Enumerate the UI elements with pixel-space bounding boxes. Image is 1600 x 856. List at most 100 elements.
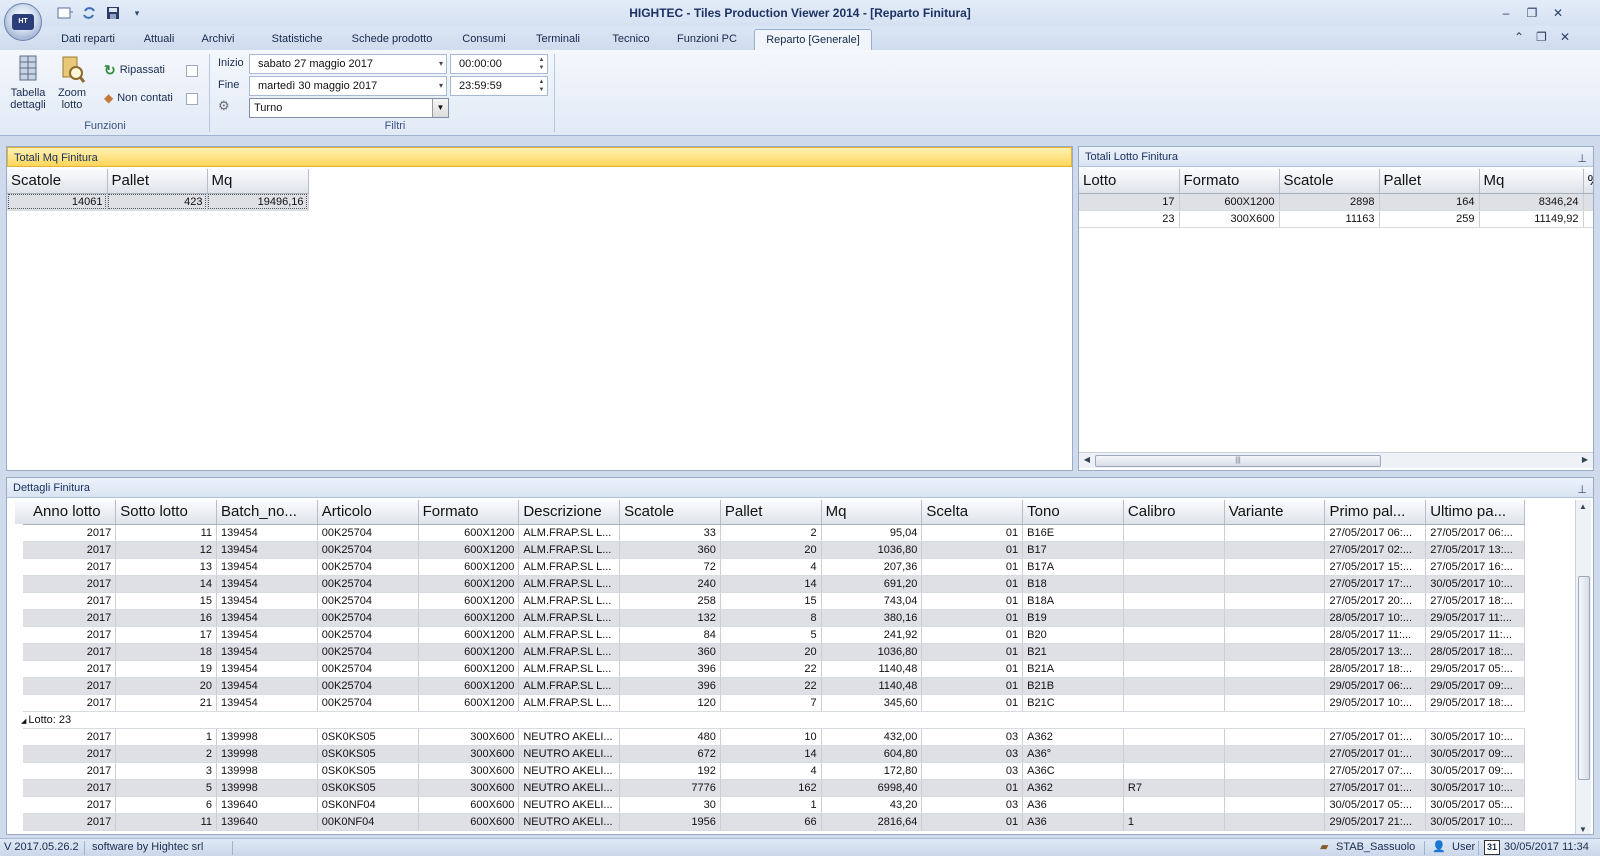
column-header[interactable]: Formato xyxy=(418,500,520,525)
column-header[interactable]: Variante xyxy=(1224,500,1326,525)
turno-select[interactable]: Turno ▼ xyxy=(249,98,449,118)
column-header[interactable]: Calibro xyxy=(1123,500,1225,525)
tab-dati-reparti[interactable]: Dati reparti xyxy=(50,29,126,50)
cell: 2017 xyxy=(7,779,117,797)
scroll-up-icon[interactable]: ▲ xyxy=(1576,502,1590,511)
table-row[interactable]: 2017 18 139454 00K25704 600X1200 ALM.FRAP.SL … xyxy=(7,643,1525,661)
mdi-close-icon[interactable]: ✕ xyxy=(1560,30,1570,44)
column-header[interactable]: Pallet xyxy=(720,500,822,525)
column-header[interactable]: Descrizione xyxy=(518,500,621,525)
table-row[interactable]: 2017 11 139640 00K0NF04 600X600 NEUTRO AKELI.… xyxy=(7,813,1525,831)
column-header[interactable]: Articolo xyxy=(317,500,419,525)
scroll-right-icon[interactable]: ▶ xyxy=(1578,455,1592,464)
pin-icon[interactable]: ⊥ xyxy=(1577,480,1587,500)
cell: 2017 xyxy=(7,558,117,576)
tab-funzioni-pc[interactable]: Funzioni PC xyxy=(672,29,742,50)
tabella-dettagli-button[interactable]: Tabella dettagli xyxy=(6,54,50,116)
spin-buttons-icon[interactable]: ▲ ▼ xyxy=(537,56,546,72)
column-header[interactable]: Batch_no... xyxy=(216,500,318,525)
tab-statistiche[interactable]: Statistiche xyxy=(262,29,332,50)
vertical-scrollbar[interactable]: ▲ ▼ xyxy=(1575,500,1591,834)
dropdown-arrow-icon[interactable]: ▼ xyxy=(432,99,448,117)
scrollbar-thumb[interactable]: ||| xyxy=(1095,455,1381,467)
column-header[interactable]: Scatole xyxy=(1279,169,1380,194)
dropdown-arrow-icon[interactable]: ▾ xyxy=(439,77,443,95)
cell: A36 xyxy=(1022,813,1124,831)
minimize-icon[interactable]: – xyxy=(1498,5,1514,21)
ripassati-button[interactable]: ↻ Ripassati xyxy=(104,60,165,80)
table-row[interactable]: 2017 1 139998 0SK0KS05 300X600 NEUTRO AKELI..… xyxy=(7,728,1525,746)
table-row[interactable]: 23 300X600 11163 259 11149,92 xyxy=(1079,210,1593,228)
table-row[interactable]: 2017 2 139998 0SK0KS05 300X600 NEUTRO AKELI..… xyxy=(7,745,1525,763)
column-header[interactable]: Primo pal... xyxy=(1324,500,1427,525)
table-row[interactable]: 2017 15 139454 00K25704 600X1200 ALM.FRAP.SL … xyxy=(7,592,1525,610)
column-header[interactable]: Ultimo pa... xyxy=(1425,500,1525,525)
column-header[interactable]: Tono xyxy=(1022,500,1124,525)
table-row[interactable]: 2017 5 139998 0SK0KS05 300X600 NEUTRO AKELI..… xyxy=(7,779,1525,797)
column-header[interactable]: Scelta xyxy=(921,500,1024,525)
cell: 33 xyxy=(619,524,721,542)
column-header[interactable]: % xyxy=(1583,169,1593,194)
scrollbar-thumb[interactable] xyxy=(1578,576,1590,780)
cell: 27/05/2017 17:... xyxy=(1324,575,1427,593)
column-header[interactable]: Lotto xyxy=(1079,169,1180,194)
table-row[interactable]: 2017 14 139454 00K25704 600X1200 ALM.FRAP.SL … xyxy=(7,575,1525,593)
table-row[interactable]: 2017 21 139454 00K25704 600X1200 ALM.FRAP.SL … xyxy=(7,694,1525,712)
column-header[interactable]: Pallet xyxy=(107,169,208,194)
close-icon[interactable]: ✕ xyxy=(1550,5,1566,21)
dropdown-arrow-icon[interactable]: ▾ xyxy=(439,55,443,73)
table-row[interactable]: 2017 13 139454 00K25704 600X1200 ALM.FRAP.SL … xyxy=(7,558,1525,576)
ripassati-checkbox[interactable] xyxy=(186,65,198,77)
tab-archivi[interactable]: Archivi xyxy=(194,29,242,50)
column-header[interactable]: Mq xyxy=(821,500,923,525)
column-header[interactable]: Mq xyxy=(207,169,309,194)
tab-schede-prodotto[interactable]: Schede prodotto xyxy=(345,29,439,50)
table-row[interactable]: 2017 6 139640 0SK0NF04 600X600 NEUTRO AKELI..… xyxy=(7,796,1525,814)
tab-reparto-generale[interactable]: Reparto [Generale] xyxy=(754,29,872,50)
column-header[interactable]: Scatole xyxy=(619,500,721,525)
fine-date-picker[interactable]: martedì 30 maggio 2017 ▾ xyxy=(249,76,447,96)
cell: 139454 xyxy=(216,558,318,576)
collapse-ribbon-icon[interactable]: ⌃ xyxy=(1514,30,1524,44)
inizio-time-field[interactable]: 00:00:00 ▲ ▼ xyxy=(450,54,548,74)
fine-time-field[interactable]: 23:59:59 ▲ ▼ xyxy=(450,76,548,96)
column-header[interactable]: Scatole xyxy=(7,169,108,194)
restore-icon[interactable]: ❐ xyxy=(1524,5,1540,21)
cell: 6998,40 xyxy=(821,779,923,797)
cell xyxy=(1123,575,1225,593)
table-row[interactable]: 2017 20 139454 00K25704 600X1200 ALM.FRAP.SL … xyxy=(7,677,1525,695)
table-row[interactable]: 2017 3 139998 0SK0KS05 300X600 NEUTRO AKELI..… xyxy=(7,762,1525,780)
inizio-date-picker[interactable]: sabato 27 maggio 2017 ▾ xyxy=(249,54,447,74)
spin-buttons-icon[interactable]: ▲ ▼ xyxy=(537,78,546,94)
mdi-restore-icon[interactable]: ❐ xyxy=(1536,30,1547,44)
tab-consumi[interactable]: Consumi xyxy=(455,29,513,50)
group-row-lotto[interactable]: ◢ Lotto: 23 xyxy=(15,711,1525,729)
scroll-left-icon[interactable]: ◀ xyxy=(1080,455,1094,464)
column-header[interactable]: Formato xyxy=(1179,169,1280,194)
cell: 207,36 xyxy=(821,558,923,576)
column-header[interactable]: Mq xyxy=(1479,169,1584,194)
non-contati-checkbox[interactable] xyxy=(186,93,198,105)
table-row[interactable]: 17 600X1200 2898 164 8346,24 xyxy=(1079,193,1593,211)
non-contati-button[interactable]: ◆ Non contati xyxy=(104,88,173,108)
column-header[interactable]: Pallet xyxy=(1379,169,1480,194)
application-menu-button[interactable]: HT xyxy=(4,3,42,41)
table-row[interactable]: 14061 423 19496,16 xyxy=(7,193,309,211)
scroll-down-icon[interactable]: ▼ xyxy=(1576,825,1590,834)
horizontal-scrollbar[interactable]: ◀ ||| ▶ xyxy=(1079,452,1593,468)
column-header[interactable]: Anno lotto xyxy=(15,500,117,525)
zoom-lotto-button[interactable]: Zoom lotto xyxy=(50,54,94,116)
pin-icon[interactable]: ⊥ xyxy=(1577,149,1587,169)
table-row[interactable]: 2017 11 139454 00K25704 600X1200 ALM.FRAP.SL … xyxy=(7,524,1525,542)
cell: 15 xyxy=(115,592,218,610)
tab-tecnico[interactable]: Tecnico xyxy=(603,29,659,50)
cell: ALM.FRAP.SL L... xyxy=(518,592,621,610)
table-row[interactable]: 2017 16 139454 00K25704 600X1200 ALM.FRAP.SL … xyxy=(7,609,1525,627)
table-row[interactable]: 2017 17 139454 00K25704 600X1200 ALM.FRAP.SL … xyxy=(7,626,1525,644)
column-header[interactable]: Sotto lotto xyxy=(115,500,218,525)
table-row[interactable]: 2017 19 139454 00K25704 600X1200 ALM.FRAP.SL … xyxy=(7,660,1525,678)
table-row[interactable]: 2017 12 139454 00K25704 600X1200 ALM.FRAP.SL … xyxy=(7,541,1525,559)
tab-terminali[interactable]: Terminali xyxy=(527,29,589,50)
cell: 29/05/2017 09:... xyxy=(1425,677,1525,695)
tab-attuali[interactable]: Attuali xyxy=(134,29,184,50)
